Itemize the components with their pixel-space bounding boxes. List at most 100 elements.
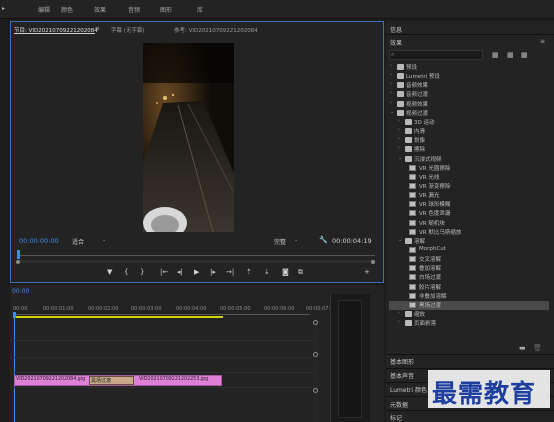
32bit-effects-icon[interactable]: ▦ <box>507 51 514 59</box>
chevron-right-icon[interactable]: › <box>390 63 392 69</box>
effects-tree-row[interactable]: › Lumetri 预设 <box>389 72 549 81</box>
export-frame-icon[interactable]: ◙ <box>282 268 289 276</box>
effects-tree-row[interactable]: › 音频过渡 <box>389 90 549 99</box>
workspace-tab-edit[interactable]: 编辑 <box>38 5 50 14</box>
delete-icon[interactable]: 🗑 <box>533 344 542 352</box>
section-essential-sound[interactable]: 基本声音 <box>390 371 414 380</box>
effects-tree-row[interactable]: › 视频效果 <box>389 100 549 109</box>
chevron-right-icon[interactable]: › <box>398 118 400 124</box>
chevron-down-icon[interactable]: ⌄ <box>390 109 394 115</box>
scroll-handle-top[interactable] <box>313 320 318 325</box>
go-to-out-icon[interactable]: →| <box>226 268 234 276</box>
effects-tree-row[interactable]: ⌄ 溶解 <box>389 237 549 246</box>
extract-icon[interactable]: ⇣ <box>264 268 270 276</box>
current-timecode[interactable]: 00:00:00:00 <box>19 237 59 245</box>
effects-tree-row[interactable]: › 音频效果 <box>389 81 549 90</box>
chevron-right-icon[interactable]: › <box>390 81 392 87</box>
section-metadata[interactable]: 元数据 <box>390 400 408 409</box>
chevron-right-icon[interactable]: › <box>398 310 400 316</box>
zoom-handle-right[interactable] <box>371 260 375 264</box>
zoom-bar[interactable] <box>17 260 375 263</box>
mark-out-icon[interactable]: } <box>140 268 144 276</box>
workspace-tab-color[interactable]: 颜色 <box>61 5 73 14</box>
effects-tree-row[interactable]: › 划像 <box>389 136 549 145</box>
effects-tree-row[interactable]: VR 光线 <box>389 173 549 182</box>
step-forward-icon[interactable]: |▸ <box>210 268 216 276</box>
chevron-right-icon[interactable]: › <box>390 72 392 78</box>
workspace-tab-audio[interactable]: 音频 <box>128 5 140 14</box>
effects-tree-row[interactable]: › 缩放 <box>389 310 549 319</box>
accelerated-effects-icon[interactable]: ▦ <box>492 51 499 59</box>
tab-captions[interactable]: 字幕 (无字幕) <box>111 26 145 34</box>
chevron-down-icon[interactable]: ⌄ <box>398 155 402 161</box>
timeline-vscroll[interactable] <box>313 318 318 422</box>
comparison-view-icon[interactable]: ⧉ <box>298 268 303 277</box>
effects-tree-row[interactable]: 胶片溶解 <box>389 283 549 292</box>
effects-tree-row[interactable]: VR 随机块 <box>389 219 549 228</box>
effects-search-input[interactable] <box>389 50 483 60</box>
effects-tree-row[interactable]: › 内滑 <box>389 127 549 136</box>
lift-icon[interactable]: ⇡ <box>246 268 252 276</box>
chevron-right-icon[interactable]: › <box>398 127 400 133</box>
wrench-icon[interactable]: 🔧 <box>319 236 328 244</box>
effects-tree-row[interactable]: 黑场过渡 <box>389 300 549 310</box>
quality-select[interactable]: 完整 <box>274 237 286 246</box>
scrubber-playhead[interactable] <box>17 250 20 259</box>
quality-select-chevron-icon[interactable]: ⌄ <box>294 237 298 243</box>
chevron-down-icon[interactable]: ⌄ <box>398 237 402 243</box>
effects-tree-row[interactable]: 交叉溶解 <box>389 255 549 264</box>
effects-tree-row[interactable]: 叠加溶解 <box>389 264 549 273</box>
effects-tree-row[interactable]: 白场过渡 <box>389 273 549 282</box>
workspace-tab-graphics[interactable]: 图形 <box>160 5 172 14</box>
effects-panel-title[interactable]: 效果 <box>390 38 402 47</box>
video-preview[interactable] <box>143 43 234 232</box>
new-bin-icon[interactable]: ▬ <box>519 344 526 352</box>
mark-in-icon[interactable]: { <box>124 268 128 276</box>
effects-tree-row[interactable]: VR 球形模糊 <box>389 200 549 209</box>
chevron-right-icon[interactable]: › <box>390 90 392 96</box>
go-to-in-icon[interactable]: |← <box>160 268 168 276</box>
tab-menu-icon[interactable]: ≡ <box>95 26 100 32</box>
clip-1[interactable]: VID20210709221202084.jpg <box>16 377 85 382</box>
panel-menu-icon[interactable]: ≡ <box>540 38 545 45</box>
chevron-right-icon[interactable]: › <box>390 100 392 106</box>
effects-tree-row[interactable]: VR 色度泄漏 <box>389 209 549 218</box>
workspace-tab-library[interactable]: 库 <box>197 5 203 14</box>
scroll-handle-mid[interactable] <box>313 352 318 357</box>
scroll-handle-low[interactable] <box>313 388 318 393</box>
chevron-right-icon[interactable]: › <box>398 145 400 151</box>
add-button-icon[interactable]: + <box>364 268 370 276</box>
effects-tree-row[interactable]: › 3D 运动 <box>389 118 549 127</box>
effects-tree-row[interactable]: VR 漏光 <box>389 191 549 200</box>
chevron-right-icon[interactable]: › <box>398 319 400 325</box>
effects-tree-row[interactable]: › 预设 <box>389 63 549 72</box>
effects-tree-row[interactable]: ⌄ 视频过渡 <box>389 109 549 118</box>
step-back-icon[interactable]: ◂| <box>177 268 183 276</box>
effects-tree-row[interactable]: VR 默比乌斯缩放 <box>389 228 549 237</box>
section-lumetri-color[interactable]: Lumetri 颜色 <box>390 385 427 394</box>
effects-tree-row[interactable]: › 页面剥落 <box>389 319 549 328</box>
play-icon[interactable]: ▶ <box>194 268 199 276</box>
chevron-right-icon[interactable]: › <box>398 136 400 142</box>
section-markers[interactable]: 标记 <box>390 413 402 422</box>
effects-tree-row[interactable]: VR 光圈擦除 <box>389 164 549 173</box>
tab-reference[interactable]: 参考: VID20210709221202084 <box>174 26 258 34</box>
clip-2[interactable]: VID20210709221202253.jpg <box>139 377 208 382</box>
section-essential-graphics[interactable]: 基本图形 <box>390 357 414 366</box>
effects-tree-row[interactable]: MorphCut <box>389 246 549 255</box>
effects-tree-row[interactable]: VR 渐变擦除 <box>389 182 549 191</box>
zoom-handle-left[interactable] <box>16 260 20 264</box>
yuv-effects-icon[interactable]: ▦ <box>521 51 528 59</box>
effects-tree-row[interactable]: 非叠加溶解 <box>389 292 549 301</box>
info-panel-title[interactable]: 信息 <box>390 25 402 34</box>
fit-select-chevron-icon[interactable]: ⌄ <box>102 237 106 243</box>
workspace-tab-effects[interactable]: 效果 <box>94 5 106 14</box>
effects-tree-row[interactable]: ⌄ 沉浸式视频 <box>389 155 549 164</box>
scrubber-track[interactable] <box>17 255 375 256</box>
work-area-bar[interactable] <box>14 316 223 318</box>
timeline-timecode[interactable]: 00:00 <box>12 288 29 295</box>
fit-select[interactable]: 适合 <box>72 237 84 246</box>
add-marker-icon[interactable]: ▼ <box>107 268 112 276</box>
effects-tree-row[interactable]: › 擦除 <box>389 145 549 154</box>
menu-item-0[interactable]: ▸ <box>2 5 5 12</box>
